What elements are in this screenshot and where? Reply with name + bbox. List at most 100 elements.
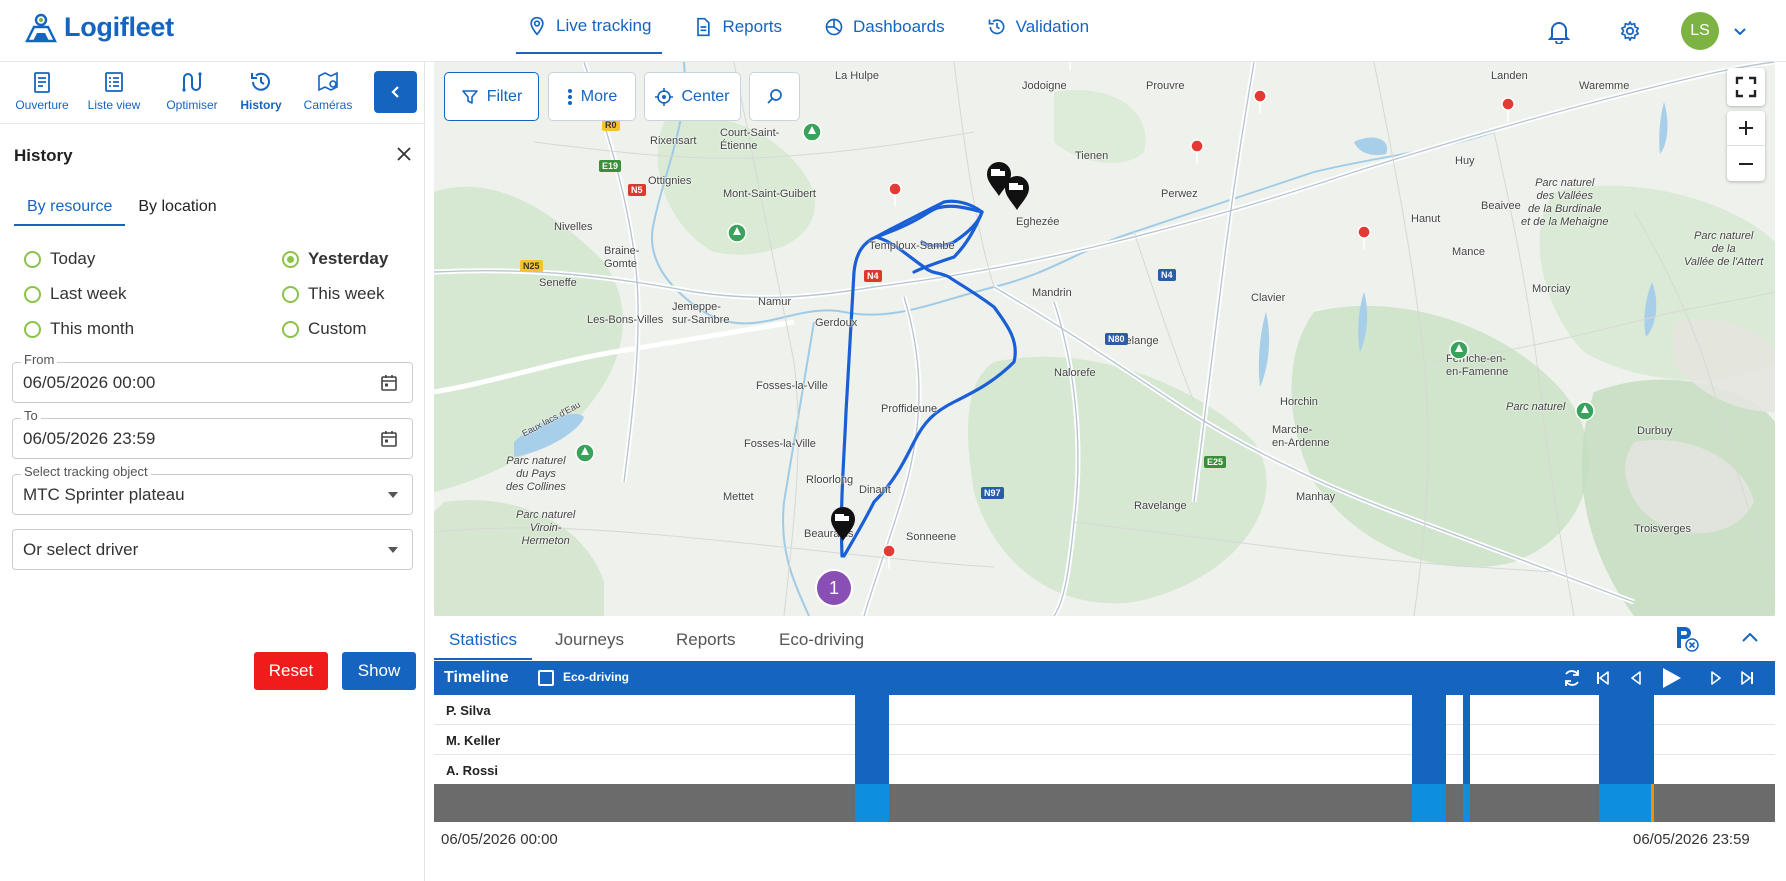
filter-button[interactable]: Filter (444, 72, 539, 121)
driver-name: P. Silva (446, 703, 491, 718)
truck-marker-icon[interactable] (434, 162, 1011, 286)
tool-ouverture[interactable]: Ouverture (7, 70, 77, 112)
truck-marker-icon[interactable] (831, 507, 855, 541)
timeline-row: P. Silva (434, 695, 1775, 725)
nav-live-tracking[interactable]: Live tracking (516, 0, 663, 54)
caret-down-icon (388, 492, 398, 498)
calendar-icon[interactable] (380, 430, 398, 448)
track-segment (855, 784, 889, 822)
step-forward-icon[interactable] (1710, 671, 1722, 685)
calendar-icon[interactable] (380, 374, 398, 392)
to-field[interactable]: To 06/05/2026 23:59 (12, 408, 413, 459)
from-label: From (21, 352, 58, 367)
nav-label: Validation (1015, 17, 1090, 36)
nav-validation[interactable]: Validation (976, 0, 1100, 54)
timeline-header: Timeline Eco-driving (434, 661, 1775, 695)
center-button[interactable]: Center (644, 72, 741, 121)
track-segment (1599, 784, 1651, 822)
tab-statistics[interactable]: Statistics (434, 630, 533, 660)
truck-marker-icon[interactable] (1005, 176, 1029, 210)
main-nav: Live tracking Reports Dashboards Validat… (516, 0, 1120, 62)
map-search-button[interactable] (749, 72, 800, 121)
panel-title: History (14, 146, 73, 165)
avatar[interactable]: LS (1681, 12, 1719, 50)
nav-label: Reports (722, 17, 782, 36)
map[interactable]: La Hulpe Jodoigne Prouvre Landen Waremme… (434, 62, 1775, 616)
history-icon (251, 72, 270, 91)
radio-circle (282, 285, 299, 303)
tool-cameras[interactable]: Caméras (293, 70, 363, 112)
driver-select[interactable]: Or select driver (12, 529, 413, 570)
radio-yesterday[interactable]: Yesterday (282, 249, 388, 269)
parking-excel-icon[interactable] (1673, 624, 1699, 652)
fullscreen-button[interactable] (1727, 68, 1765, 106)
timeline-end-label: 06/05/2026 23:59 (1633, 831, 1750, 848)
refresh-icon[interactable] (1562, 668, 1582, 688)
eco-driving-label: Eco-driving (563, 670, 630, 684)
eco-driving-checkbox[interactable] (538, 670, 554, 686)
driver-name: A. Rossi (446, 763, 499, 778)
logifleet-logo-icon (25, 13, 57, 42)
radio-circle (24, 320, 41, 338)
timeline-start-label: 06/05/2026 00:00 (441, 831, 558, 848)
nav-reports[interactable]: Reports (682, 0, 793, 54)
track-segment (1463, 784, 1470, 822)
caret-down-icon (388, 547, 398, 553)
bell-icon[interactable] (1548, 20, 1570, 44)
playhead-marker[interactable] (1651, 784, 1654, 822)
collapse-panel-button[interactable] (374, 71, 417, 113)
tab-reports[interactable]: Reports (661, 630, 751, 658)
tab-by-location[interactable]: By location (125, 198, 229, 226)
zoom-control (1727, 111, 1765, 181)
reset-button[interactable]: Reset (254, 652, 328, 690)
play-icon[interactable] (1659, 666, 1683, 690)
zoom-out-button[interactable] (1727, 146, 1765, 181)
left-panel: Ouverture Liste view Optimiser History C… (0, 62, 425, 881)
radio-custom[interactable]: Custom (282, 319, 367, 339)
logo[interactable]: Logifleet (24, 12, 174, 43)
tab-by-resource[interactable]: By resource (14, 198, 126, 226)
activity-block[interactable] (1463, 695, 1470, 784)
zoom-in-button[interactable] (1727, 111, 1765, 146)
chevron-up-icon[interactable] (1739, 626, 1761, 648)
driver-placeholder: Or select driver (23, 540, 139, 559)
tool-liste-view[interactable]: Liste view (79, 70, 149, 112)
history-tabs: By resource By location (14, 198, 230, 226)
radio-last-week[interactable]: Last week (24, 284, 127, 304)
dashboard-icon (825, 18, 843, 36)
to-label: To (21, 408, 41, 423)
timeline-track[interactable] (434, 784, 1775, 822)
timeline-row: A. Rossi (434, 755, 1775, 785)
activity-block[interactable] (855, 695, 889, 784)
tool-history[interactable]: History (226, 70, 296, 112)
close-icon[interactable] (396, 146, 412, 162)
tab-journeys[interactable]: Journeys (540, 630, 639, 658)
activity-block[interactable] (1599, 695, 1654, 784)
skip-start-icon[interactable] (1596, 671, 1610, 685)
tool-optimiser[interactable]: Optimiser (157, 70, 227, 112)
radio-this-month[interactable]: This month (24, 319, 134, 339)
list-icon (105, 72, 123, 92)
more-vertical-icon (567, 88, 572, 105)
show-button[interactable]: Show (342, 652, 416, 690)
radio-today[interactable]: Today (24, 249, 95, 269)
activity-block[interactable] (1412, 695, 1446, 784)
from-value: 06/05/2026 00:00 (23, 373, 156, 392)
tab-eco-driving[interactable]: Eco-driving (764, 630, 879, 658)
crosshair-icon (655, 87, 674, 106)
skip-end-icon[interactable] (1740, 671, 1754, 685)
from-field[interactable]: From 06/05/2026 00:00 (12, 352, 413, 403)
more-button[interactable]: More (548, 72, 636, 121)
tracking-object-select[interactable]: Select tracking object MTC Sprinter plat… (12, 464, 413, 515)
clipboard-icon (34, 72, 50, 93)
radio-circle (282, 320, 299, 338)
gear-icon[interactable] (1619, 20, 1641, 42)
route-icon (182, 72, 202, 92)
chevron-down-icon[interactable] (1732, 23, 1748, 39)
cluster-marker[interactable]: 1 (815, 569, 853, 607)
minus-icon (1739, 162, 1753, 165)
vehicle-markers (434, 162, 1029, 541)
nav-dashboards[interactable]: Dashboards (813, 0, 956, 54)
step-back-icon[interactable] (1630, 671, 1642, 685)
radio-this-week[interactable]: This week (282, 284, 385, 304)
